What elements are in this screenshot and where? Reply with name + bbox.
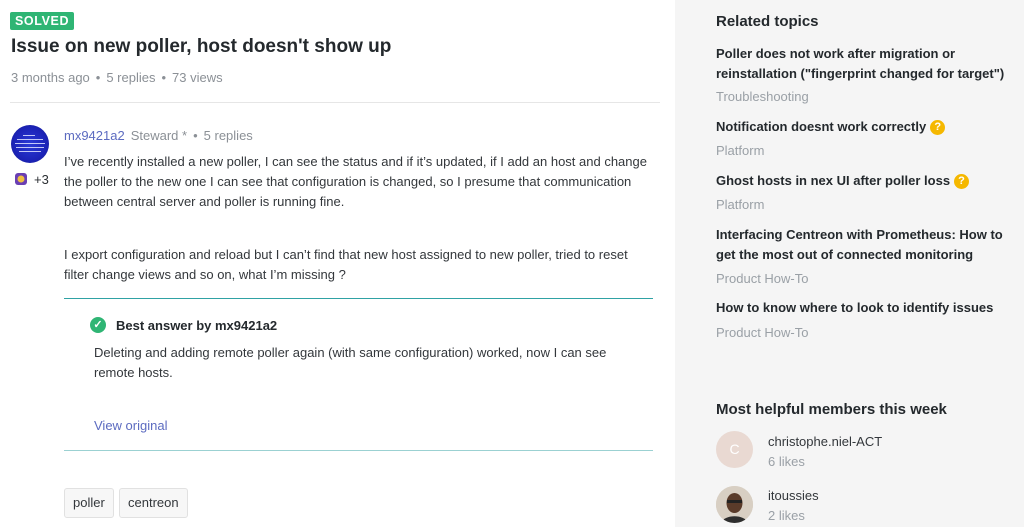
best-answer-text: Deleting and adding remote poller again … (94, 345, 607, 380)
related-topic-link[interactable]: Ghost hosts in nex UI after poller loss? (716, 171, 1016, 191)
post-paragraph: I’ve recently installed a new poller, I … (64, 154, 647, 209)
sidebar: Related topics Poller does not work afte… (675, 0, 1024, 527)
check-icon: ✓ (90, 317, 106, 333)
best-answer-heading: Best answer by mx9421a2 (116, 317, 278, 333)
member-avatar[interactable]: C (716, 431, 753, 468)
helpful-members-heading: Most helpful members this week (716, 401, 947, 418)
view-original-link[interactable]: View original (94, 418, 167, 433)
related-topics-heading: Related topics (716, 13, 819, 30)
author-avatar[interactable] (11, 125, 49, 163)
related-topic-link[interactable]: Interfacing Centreon with Prometheus: Ho… (716, 225, 1016, 265)
badge-count[interactable]: +3 (34, 172, 49, 187)
topic-replies[interactable]: 5 replies (106, 70, 155, 85)
related-topic-link[interactable]: Notification doesnt work correctly? (716, 117, 1016, 137)
post-body: I’ve recently installed a new poller, I … (64, 152, 654, 285)
related-topic-category[interactable]: Troubleshooting (716, 89, 809, 104)
post-replies: 5 replies (203, 128, 253, 143)
topic-age: 3 months ago (11, 70, 90, 85)
post-paragraph: I export configuration and reload but I … (64, 247, 628, 282)
member-name[interactable]: christophe.niel-ACT (768, 434, 882, 449)
related-topic-category[interactable]: Platform (716, 143, 764, 158)
tag-poller[interactable]: poller (64, 488, 114, 518)
post-author-line: mx9421a2 Steward * • 5 replies (64, 128, 253, 143)
related-topic-link[interactable]: Poller does not work after migration or … (716, 44, 1016, 84)
topic-title: Issue on new poller, host doesn't show u… (11, 36, 392, 57)
related-topic-category[interactable]: Platform (716, 197, 764, 212)
solved-badge: SOLVED (10, 12, 75, 30)
topic-meta: 3 months ago • 5 replies • 73 views (11, 70, 223, 85)
topic-views: 73 views (172, 70, 223, 85)
author-link[interactable]: mx9421a2 (64, 128, 125, 143)
best-answer-header: ✓ Best answer by mx9421a2 (90, 317, 277, 333)
related-topic-link[interactable]: How to know where to look to identify is… (716, 298, 1016, 318)
question-icon: ? (930, 120, 946, 135)
best-answer-box: ✓ Best answer by mx9421a2 Deleting and a… (64, 298, 653, 451)
member-likes: 2 likes (768, 508, 805, 523)
member-likes: 6 likes (768, 454, 805, 469)
member-name[interactable]: itoussies (768, 488, 819, 503)
topic-main: SOLVED Issue on new poller, host doesn't… (0, 0, 675, 527)
author-role: Steward * (130, 128, 188, 143)
divider (10, 102, 660, 103)
related-topic-category[interactable]: Product How-To (716, 271, 808, 286)
achievement-badge-icon[interactable] (14, 172, 28, 186)
question-icon: ? (954, 174, 970, 189)
member-avatar[interactable] (716, 486, 753, 523)
person-photo-icon (716, 486, 753, 523)
related-topic-category[interactable]: Product How-To (716, 325, 808, 340)
tag-centreon[interactable]: centreon (119, 488, 188, 518)
